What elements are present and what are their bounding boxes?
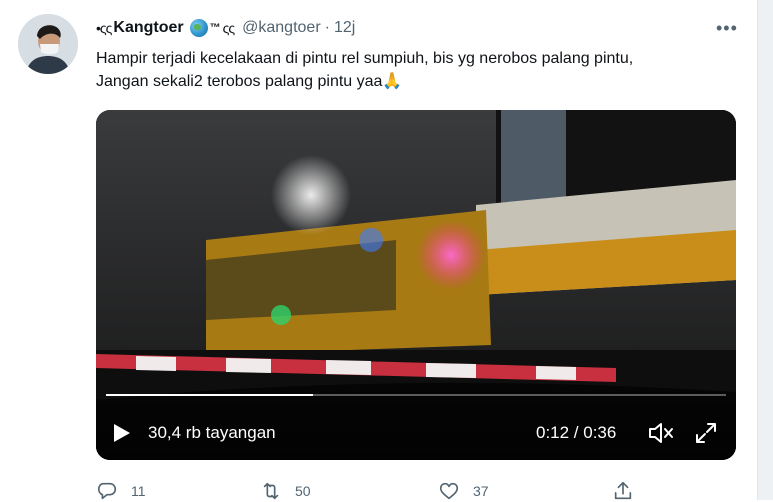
tweet-timestamp[interactable]: 12j: [334, 19, 355, 37]
like-count: 37: [473, 483, 489, 499]
fullscreen-icon[interactable]: [694, 421, 718, 445]
like-button[interactable]: 37: [438, 480, 489, 502]
like-icon: [439, 482, 459, 500]
display-name[interactable]: Kangtoer: [113, 19, 183, 37]
volume-muted-icon[interactable]: [648, 421, 674, 445]
view-count: 30,4 rb tayangan: [148, 423, 276, 442]
tweet-header: •ςς Kangtoer ™ ςς @kangtoer · 12j: [96, 16, 355, 40]
retweet-icon: [263, 482, 279, 500]
share-button[interactable]: [612, 480, 647, 502]
share-icon: [614, 481, 632, 500]
avatar-photo: [18, 14, 78, 74]
tweet-actions: 11 50 37: [96, 480, 656, 502]
avatar[interactable]: [18, 14, 78, 74]
video-player[interactable]: 30,4 rb tayangan 0:12 / 0:36: [96, 110, 736, 460]
play-icon[interactable]: [110, 422, 132, 444]
video-time-readout: 0:12 / 0:36: [536, 423, 617, 442]
header-separator: ·: [324, 19, 330, 36]
reply-button[interactable]: 11: [96, 480, 146, 502]
user-handle[interactable]: @kangtoer: [242, 19, 321, 37]
page-scrollbar-track[interactable]: [757, 0, 773, 500]
name-trail-symbols: ςς: [222, 20, 235, 36]
tweet-text: Hampir terjadi kecelakaan di pintu rel s…: [96, 47, 746, 93]
reply-icon: [97, 482, 117, 500]
tweet-text-line: Hampir terjadi kecelakaan di pintu rel s…: [96, 50, 634, 67]
tweet-text-line: Jangan sekali2 terobos palang pintu yaa🙏: [96, 73, 403, 90]
video-progress-bar[interactable]: [106, 394, 726, 396]
retweet-button[interactable]: 50: [260, 480, 311, 502]
more-options-icon[interactable]: •••: [716, 18, 738, 39]
retweet-count: 50: [295, 483, 311, 499]
trademark-symbol: ™: [209, 22, 221, 34]
reply-count: 11: [131, 483, 146, 499]
name-prefix-symbols: •ςς: [96, 20, 112, 36]
globe-emoji-icon: [189, 19, 208, 37]
video-progress-fill: [106, 394, 313, 396]
